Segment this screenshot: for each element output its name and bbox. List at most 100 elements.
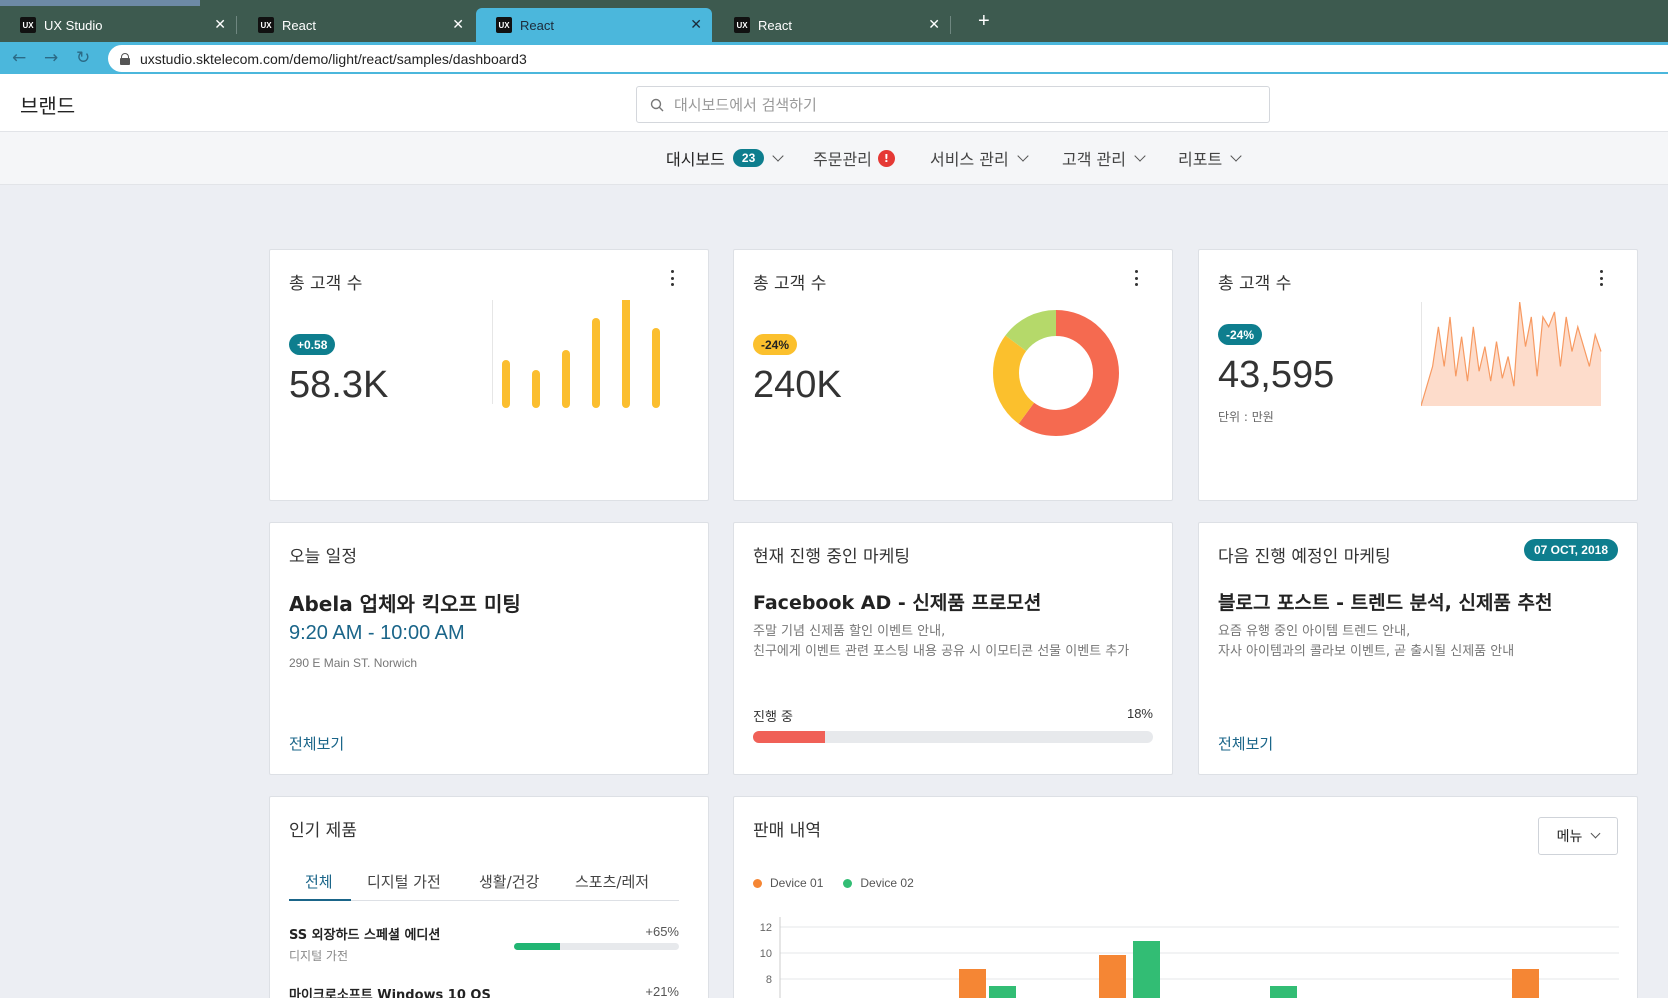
delta-badge: +0.58 [289, 334, 336, 355]
card-title: 인기 제품 [289, 821, 357, 841]
bar [989, 986, 1016, 998]
mini-area-chart [1421, 302, 1602, 407]
tab-sports[interactable]: 스포츠/레저 [575, 871, 649, 892]
tab-title: React [758, 17, 792, 33]
close-icon[interactable]: ✕ [214, 16, 226, 33]
popular-products-card: 인기 제품 전체 디지털 가전 생활/건강 스포츠/레저 SS 외장하드 스페셜… [269, 796, 709, 998]
bar [1512, 969, 1539, 998]
donut-chart [993, 310, 1119, 436]
alert-icon: ! [877, 149, 895, 167]
brand-logo[interactable]: 브랜드 [20, 90, 75, 119]
product-row[interactable]: SS 외장하드 스페셜 에디션 디지털 가전 +65% [289, 924, 679, 964]
chart-legend: Device 01 Device 02 [753, 876, 934, 890]
campaign-title: 블로그 포스트 - 트렌드 분석, 신제품 추천 [1218, 592, 1553, 614]
event-title: Abela 업체와 킥오프 미팅 [289, 592, 521, 616]
tab-title: React [282, 17, 316, 33]
card-title: 총 고객 수 [1218, 274, 1292, 294]
kpi-value: 58.3K [289, 364, 389, 406]
bar [1270, 986, 1297, 998]
reload-icon[interactable]: ↻ [76, 48, 90, 68]
tab-health[interactable]: 생활/건강 [479, 871, 539, 892]
more-vert-icon[interactable] [1134, 270, 1138, 286]
view-all-link[interactable]: 전체보기 [1218, 733, 1273, 754]
campaign-desc: 요즘 유행 중인 아이템 트렌드 안내, 자사 아이템과의 콜라보 이벤트, 곧… [1218, 624, 1515, 659]
card-title: 현재 진행 중인 마케팅 [753, 547, 910, 567]
nav-item-dashboard[interactable]: 대시보드 23 [666, 146, 784, 170]
url-field[interactable]: uxstudio.sktelecom.com/demo/light/react/… [108, 45, 1668, 72]
nav-item-orders[interactable]: 주문관리 ! [813, 146, 895, 170]
product-growth: +65% [645, 924, 679, 939]
nav-item-customers[interactable]: 고객 관리 [1062, 146, 1146, 170]
event-address: 290 E Main ST. Norwich [289, 656, 418, 670]
browser-address-bar: ← → ↻ uxstudio.sktelecom.com/demo/light/… [0, 42, 1668, 116]
browser-tab[interactable]: UX UX Studio ✕ [0, 8, 237, 42]
bar [1099, 955, 1126, 998]
nav-label: 리포트 [1178, 150, 1223, 169]
close-icon[interactable]: ✕ [690, 16, 702, 33]
card-title: 총 고객 수 [289, 274, 363, 294]
nav-item-services[interactable]: 서비스 관리 [930, 146, 1029, 170]
mini-bar-chart [492, 300, 660, 408]
marketing-next-card: 다음 진행 예정인 마케팅 07 OCT, 2018 블로그 포스트 - 트렌드… [1198, 522, 1638, 775]
menu-dropdown-button[interactable]: 메뉴 [1538, 817, 1618, 855]
legend-dot [843, 878, 853, 888]
product-name: SS 외장하드 스페셜 에디션 [289, 928, 441, 943]
schedule-card: 오늘 일정 Abela 업체와 킥오프 미팅 9:20 AM - 10:00 A… [269, 522, 709, 775]
product-bar-fill [514, 943, 561, 950]
card-title: 다음 진행 예정인 마케팅 [1218, 547, 1391, 567]
browser-tab[interactable]: UX React ✕ [238, 8, 474, 42]
nav-label: 대시보드 [666, 150, 725, 169]
close-icon[interactable]: ✕ [452, 16, 464, 33]
bar [1133, 941, 1160, 998]
ux-favicon-icon: UX [734, 17, 750, 33]
close-icon[interactable]: ✕ [928, 16, 940, 33]
chevron-down-icon [772, 149, 784, 162]
search-placeholder: 대시보드에서 검색하기 [674, 96, 817, 114]
tick-label: 8 [766, 974, 772, 986]
back-arrow-icon[interactable]: ← [12, 48, 26, 68]
campaign-desc: 주말 기념 신제품 할인 이벤트 안내, 친구에게 이벤트 관련 포스팅 내용 … [753, 624, 1130, 659]
nav-label: 고객 관리 [1062, 150, 1126, 169]
tab-digital[interactable]: 디지털 가전 [367, 871, 441, 892]
campaign-title: Facebook AD - 신제품 프로모션 [753, 592, 1042, 614]
product-name: 마이크로소프트 Windows 10 OS [289, 988, 491, 998]
more-vert-icon[interactable] [1599, 270, 1603, 286]
legend-item: Device 01 [753, 876, 823, 890]
delta-badge: -24% [753, 334, 798, 355]
legend-item: Device 02 [843, 876, 914, 890]
search-input[interactable]: 대시보드에서 검색하기 [636, 86, 1270, 123]
sales-card: 판매 내역 메뉴 Device 01 Device 02 12 10 8 [733, 796, 1638, 998]
kpi-value: 43,595 [1218, 354, 1335, 396]
menu-label: 메뉴 [1556, 829, 1583, 845]
nav-label: 서비스 관리 [930, 150, 1009, 169]
global-nav: 대시보드 23 주문관리 ! 서비스 관리 고객 관리 리포트 [0, 132, 1668, 185]
progress-fill [753, 731, 825, 743]
customers-bar-card: 총 고객 수 +0.58 58.3K [269, 249, 709, 501]
search-icon [650, 98, 664, 111]
url-text: uxstudio.sktelecom.com/demo/light/react/… [140, 50, 527, 67]
chevron-down-icon [1230, 149, 1242, 162]
new-tab-plus-icon[interactable]: + [978, 10, 990, 33]
nav-item-reports[interactable]: 리포트 [1178, 146, 1242, 170]
chevron-down-icon [1017, 149, 1029, 162]
nav-label: 주문관리 [813, 150, 872, 169]
progress-percent: 18% [1126, 706, 1153, 721]
product-bar [514, 943, 679, 950]
ux-favicon-icon: UX [258, 17, 274, 33]
product-row[interactable]: 마이크로소프트 Windows 10 OS +21% [289, 984, 679, 998]
tab-title: UX Studio [44, 17, 103, 33]
chevron-down-icon [1134, 149, 1146, 162]
browser-tab[interactable]: UX React ✕ [714, 8, 951, 42]
tab-separator [950, 16, 951, 34]
browser-tab-active[interactable]: UX React ✕ [476, 8, 712, 42]
ux-favicon-icon: UX [496, 17, 512, 33]
progress-label: 진행 중 [753, 710, 794, 725]
tab-all[interactable]: 전체 [305, 871, 333, 892]
product-growth: +21% [645, 984, 679, 998]
view-all-link[interactable]: 전체보기 [289, 733, 344, 754]
browser-tab-bar: UX UX Studio ✕ UX React ✕ UX React ✕ UX … [0, 0, 1668, 42]
more-vert-icon[interactable] [670, 270, 674, 286]
forward-arrow-icon[interactable]: → [44, 48, 58, 68]
unit-label: 단위 : 만원 [1218, 410, 1274, 424]
card-title: 오늘 일정 [289, 547, 357, 567]
